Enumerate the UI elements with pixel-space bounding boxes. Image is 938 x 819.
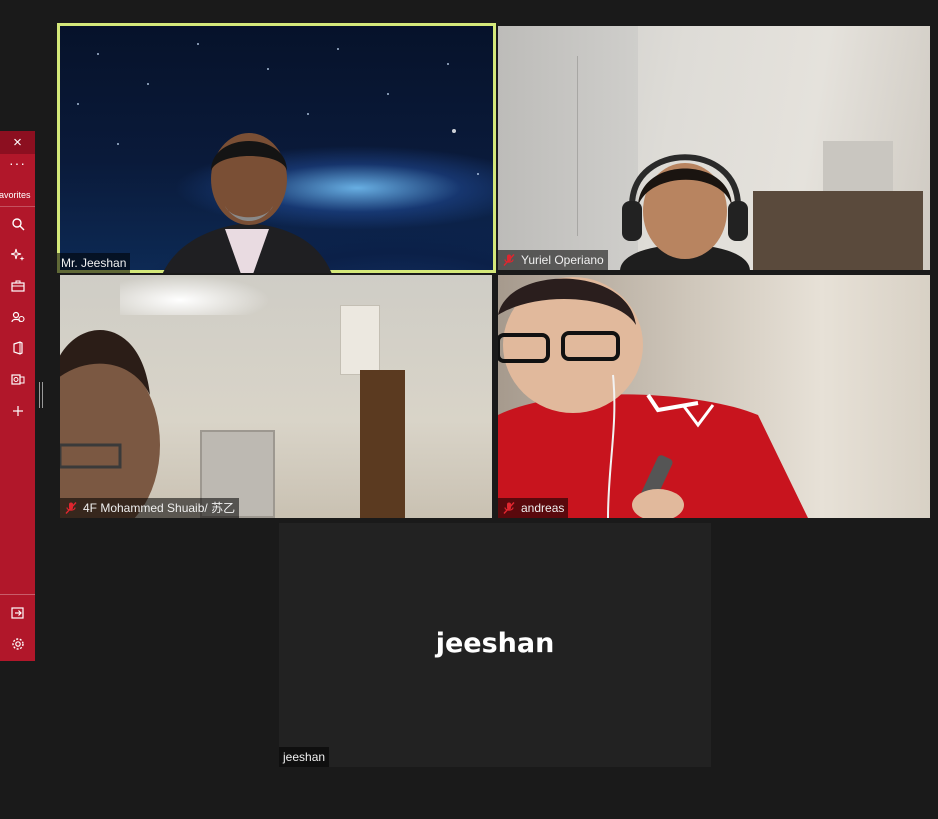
mic-muted-icon: [65, 502, 77, 514]
participant-video: [60, 330, 160, 518]
participant-display-name: jeeshan: [435, 628, 555, 659]
participant-name: Mr. Jeeshan: [61, 256, 127, 270]
sparkle-icon[interactable]: [0, 243, 35, 267]
people-icon[interactable]: [0, 305, 35, 329]
participant-video: [498, 277, 808, 518]
sidebar-close-button[interactable]: ×: [0, 131, 35, 154]
sidebar-favorites-label[interactable]: avorites: [0, 183, 35, 207]
participant-name: jeeshan: [283, 750, 326, 764]
toolbox-icon[interactable]: [0, 274, 35, 298]
exit-icon[interactable]: [0, 601, 35, 625]
participant-video: [163, 133, 332, 273]
video-tile[interactable]: Yuriel Operiano: [498, 26, 930, 270]
participant-name-label: 4F Mohammed Shuaib/ 苏乙: [60, 498, 240, 518]
participant-name-label: Mr. Jeeshan: [57, 253, 131, 273]
outlook-icon[interactable]: [0, 367, 35, 391]
participant-name-label: jeeshan: [279, 747, 330, 767]
video-tile-active-speaker[interactable]: Mr. Jeeshan: [57, 23, 496, 273]
search-icon[interactable]: [0, 212, 35, 236]
video-tile[interactable]: andreas: [498, 275, 930, 518]
sidebar-more-button[interactable]: ···: [0, 156, 35, 176]
participant-name-label: Yuriel Operiano: [498, 250, 608, 270]
participant-video: [620, 154, 750, 270]
mic-muted-icon: [503, 254, 515, 266]
sidebar-resize-handle[interactable]: [39, 382, 43, 408]
sidebar-divider: [0, 594, 35, 595]
add-icon[interactable]: [0, 399, 35, 423]
participant-name: andreas: [521, 501, 565, 515]
video-tile[interactable]: 4F Mohammed Shuaib/ 苏乙: [60, 275, 492, 518]
mic-muted-icon: [503, 502, 515, 514]
video-tile-no-video[interactable]: jeeshan jeeshan: [279, 523, 711, 767]
participant-name: 4F Mohammed Shuaib/ 苏乙: [83, 501, 236, 515]
edge-sidebar: × ··· avorites: [0, 131, 35, 661]
participant-name-label: andreas: [498, 498, 569, 518]
settings-icon[interactable]: [0, 632, 35, 656]
participant-name: Yuriel Operiano: [521, 253, 604, 267]
office-icon[interactable]: [0, 336, 35, 360]
